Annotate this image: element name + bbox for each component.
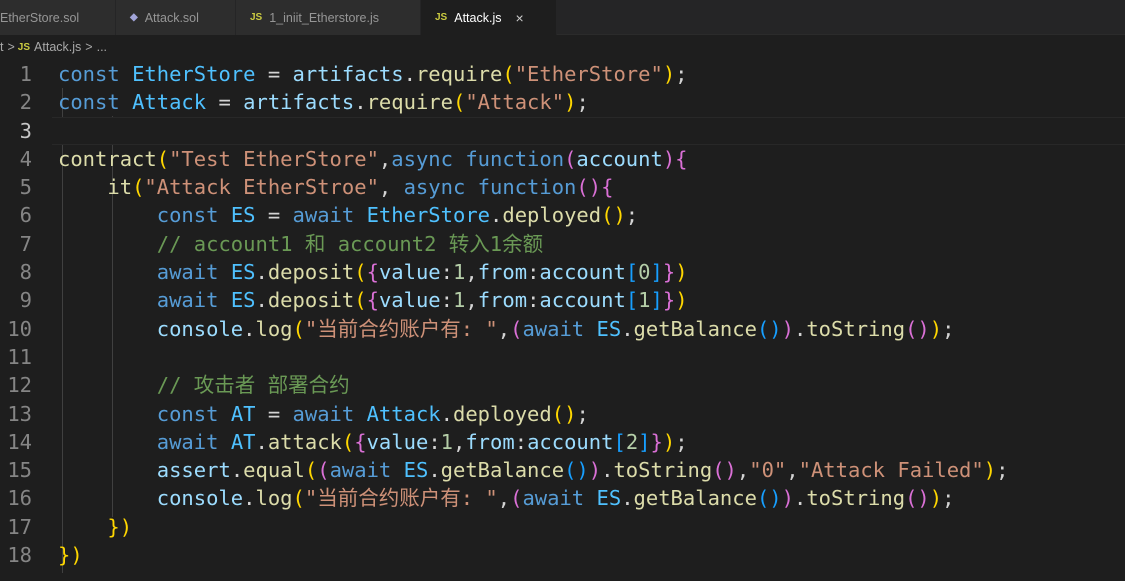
line-number: 3 [19,118,32,143]
breadcrumb-symbols[interactable]: ... [97,40,107,54]
tab-label: Attack.js [454,10,502,25]
code-line[interactable]: 7 // account1 和 account2 转入1余额 [0,230,1125,258]
code-text: const Attack = artifacts.require("Attack… [58,90,589,115]
code-text: // account1 和 account2 转入1余额 [156,231,544,256]
code-text: const EtherStore = artifacts.require("Et… [58,62,688,86]
line-number: 17 [7,514,32,539]
code-text: await ES.deposit({value:1,from:account[0… [156,260,688,285]
line-number: 15 [7,458,32,483]
line-number: 1 [19,62,32,86]
code-text: await ES.deposit({value:1,from:account[1… [156,288,688,313]
tab-attack-js[interactable]: JS Attack.js × [421,0,557,35]
solidity-icon: ◆ [130,12,138,23]
code-text: assert.equal((await ES.getBalance()).toS… [156,458,1009,483]
breadcrumb-separator: > [7,40,15,54]
breadcrumb-folder[interactable]: t [0,40,3,54]
code-line[interactable]: 18}) [0,541,1125,569]
code-editor[interactable]: 1 const EtherStore = artifacts.require("E… [0,60,1125,581]
code-text: contract("Test EtherStore",async functio… [58,146,688,171]
code-text: console.log("当前合约账户有: ",(await ES.getBal… [156,486,955,511]
code-line[interactable]: 6 const ES = await EtherStore.deployed()… [0,201,1125,229]
code-text: }) [107,514,133,539]
editor-tab-bar: EtherStore.sol ◆ Attack.sol JS 1_iniit_E… [0,0,1125,35]
code-line[interactable]: 13 const AT = await Attack.deployed(); [0,400,1125,428]
breadcrumb-separator: > [85,40,93,54]
code-line[interactable]: 2 const Attack = artifacts.require("Attac… [0,88,1125,116]
code-text: await AT.attack({value:1,from:account[2]… [156,429,688,454]
line-number: 16 [7,486,32,511]
breadcrumb: t > JS Attack.js > ... [0,35,1125,59]
code-text: // 攻击者 部署合约 [156,373,350,398]
breadcrumb-file[interactable]: Attack.js [34,40,81,54]
code-text: const ES = await EtherStore.deployed(); [156,203,639,228]
code-line[interactable]: 11 [0,343,1125,371]
tab-attack-sol[interactable]: ◆ Attack.sol [116,0,236,35]
code-line[interactable]: 3 [0,116,1125,145]
line-number: 10 [7,316,32,341]
js-icon: JS [435,12,448,23]
js-icon: JS [250,12,263,23]
code-text: it("Attack EtherStroe", async function()… [107,175,614,200]
code-text: }) [58,543,83,568]
line-number: 9 [19,288,32,313]
code-line[interactable]: 5 it("Attack EtherStroe", async function… [0,173,1125,201]
code-line[interactable]: 1 const EtherStore = artifacts.require("E… [0,60,1125,88]
line-number: 11 [7,344,32,369]
tab-label: EtherStore.sol [0,10,80,25]
code-line[interactable]: 14 await AT.attack({value:1,from:account… [0,428,1125,456]
code-line[interactable]: 8 await ES.deposit({value:1,from:account… [0,258,1125,286]
line-number: 14 [7,429,32,454]
js-icon: JS [17,41,31,53]
line-number: 8 [19,260,32,285]
code-lines: 1 const EtherStore = artifacts.require("E… [0,60,1125,569]
line-number: 5 [19,175,32,200]
code-line[interactable]: 12 // 攻击者 部署合约 [0,371,1125,399]
code-line[interactable]: 4 contract("Test EtherStore",async functi… [0,145,1125,173]
code-line[interactable]: 16 console.log("当前合约账户有: ",(await ES.get… [0,484,1125,512]
code-text: const AT = await Attack.deployed(); [156,401,589,426]
line-number: 18 [7,543,32,568]
line-number: 7 [19,231,32,256]
line-number: 2 [19,90,32,115]
code-line[interactable]: 9 await ES.deposit({value:1,from:account… [0,286,1125,314]
code-line[interactable]: 17 }) [0,513,1125,541]
tab-etherstore-sol[interactable]: EtherStore.sol [0,0,116,35]
code-line[interactable]: 15 assert.equal((await ES.getBalance()).… [0,456,1125,484]
line-number: 12 [7,373,32,398]
tab-init-etherstore-js[interactable]: JS 1_iniit_Etherstore.js [236,0,421,35]
current-line-highlight [52,116,1125,145]
tab-label: Attack.sol [144,10,199,25]
tab-label: 1_iniit_Etherstore.js [269,10,380,25]
code-text: console.log("当前合约账户有: ",(await ES.getBal… [156,316,955,341]
line-number: 6 [19,203,32,228]
line-number: 4 [19,146,32,171]
code-line[interactable]: 10 console.log("当前合约账户有: ",(await ES.get… [0,315,1125,343]
line-number: 13 [7,401,32,426]
close-icon[interactable]: × [515,10,523,26]
